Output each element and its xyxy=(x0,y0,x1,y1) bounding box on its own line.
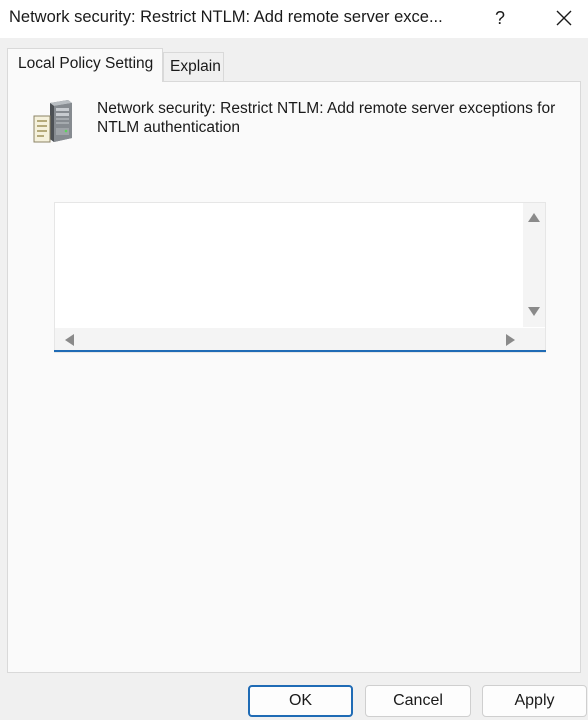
scroll-down-arrow-icon[interactable] xyxy=(528,307,540,316)
scroll-right-arrow-icon[interactable] xyxy=(506,334,515,346)
help-button[interactable]: ? xyxy=(484,0,516,36)
scroll-left-arrow-icon[interactable] xyxy=(65,334,74,346)
exceptions-listbox[interactable] xyxy=(54,202,546,353)
vertical-scrollbar[interactable] xyxy=(523,203,545,327)
close-button[interactable] xyxy=(546,0,582,36)
tab-panel: Network security: Restrict NTLM: Add rem… xyxy=(7,81,581,673)
scrollbar-corner xyxy=(523,328,545,352)
window-title: Network security: Restrict NTLM: Add rem… xyxy=(9,8,443,26)
tab-explain[interactable]: Explain xyxy=(163,52,224,82)
server-icon xyxy=(28,98,76,144)
listbox-focus-underline xyxy=(54,350,546,352)
tab-local-policy-setting[interactable]: Local Policy Setting xyxy=(7,48,163,82)
cancel-button[interactable]: Cancel xyxy=(365,685,471,717)
tab-strip: Local Policy Setting Explain xyxy=(0,38,588,82)
scroll-up-arrow-icon[interactable] xyxy=(528,213,540,222)
close-icon xyxy=(556,10,572,26)
title-bar: Network security: Restrict NTLM: Add rem… xyxy=(0,0,588,38)
horizontal-scrollbar[interactable] xyxy=(55,328,523,352)
apply-button[interactable]: Apply xyxy=(482,685,587,717)
ok-button[interactable]: OK xyxy=(248,685,353,717)
policy-title: Network security: Restrict NTLM: Add rem… xyxy=(97,100,556,136)
